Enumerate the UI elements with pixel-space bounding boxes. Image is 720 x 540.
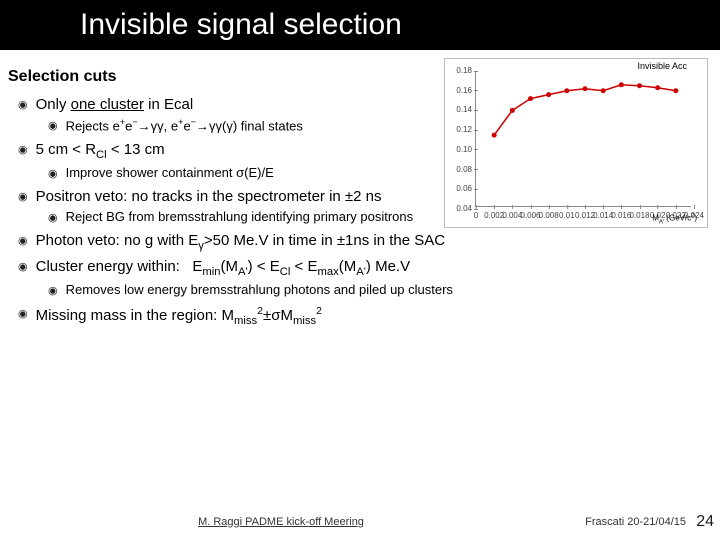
xtick: 0.018 (629, 211, 649, 220)
xtick: 0.014 (593, 211, 613, 220)
footer-page: 24 (692, 513, 720, 531)
xtick: 0.004 (502, 211, 522, 220)
ytick: 0.14 (448, 105, 472, 114)
ytick: 0.10 (448, 145, 472, 154)
xtick: 0 (474, 211, 478, 220)
chart-invisible-acc: Invisible Acc 0.040.060.080.100.120.140.… (444, 58, 708, 228)
ytick: 0.12 (448, 125, 472, 134)
chart-xlabel: MA' (GeV/c2) (652, 213, 697, 225)
ytick: 0.06 (448, 184, 472, 193)
xtick: 0.01 (559, 211, 575, 220)
xtick: 0.006 (520, 211, 540, 220)
bullet-6: Missing mass in the region: Mmiss2±σMmis… (18, 305, 712, 327)
xtick: 0.008 (539, 211, 559, 220)
footer-author: M. Raggi PADME kick-off Meering (0, 516, 562, 528)
slide-title: Invisible signal selection (80, 8, 402, 42)
ytick: 0.04 (448, 204, 472, 213)
slide-header: Invisible signal selection (0, 0, 720, 50)
xtick: 0.002 (484, 211, 504, 220)
ytick: 0.16 (448, 86, 472, 95)
ytick: 0.18 (448, 66, 472, 75)
chart-line (476, 71, 691, 206)
bullet-5-sub: Removes low energy bremsstrahlung photon… (48, 282, 712, 297)
ytick: 0.08 (448, 165, 472, 174)
xtick: 0.012 (575, 211, 595, 220)
bullet-4: Photon veto: no g with Eγ>50 Me.V in tim… (18, 232, 712, 252)
bullet-5: Cluster energy within: Emin(MA') < ECl <… (18, 258, 712, 278)
chart-title: Invisible Acc (637, 61, 687, 71)
footer: M. Raggi PADME kick-off Meering Frascati… (0, 510, 720, 534)
xtick: 0.016 (611, 211, 631, 220)
chart-area: 0.040.060.080.100.120.140.160.1800.0020.… (475, 71, 691, 207)
footer-date: Frascati 20-21/04/15 (562, 516, 692, 528)
